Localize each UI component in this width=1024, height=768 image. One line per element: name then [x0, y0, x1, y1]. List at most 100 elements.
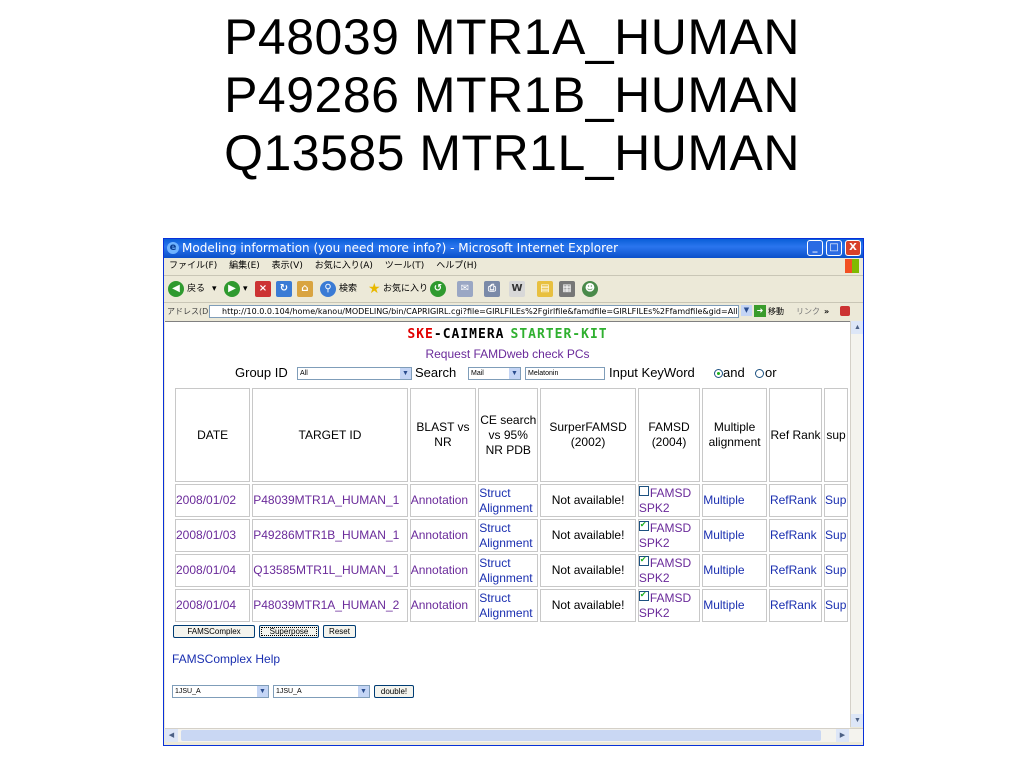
- search-icon[interactable]: ⚲: [320, 281, 336, 297]
- address-input[interactable]: http://10.0.0.104/home/kanou/MODELING/bi…: [209, 305, 739, 318]
- spk2-link[interactable]: SPK2: [639, 571, 670, 585]
- annotation-link[interactable]: Annotation: [411, 598, 468, 612]
- date-link[interactable]: 2008/01/02: [176, 493, 236, 507]
- menu-tools[interactable]: ツール(T): [385, 261, 425, 271]
- minimize-button[interactable]: _: [807, 240, 823, 256]
- multiple-link[interactable]: Multiple: [703, 528, 744, 542]
- forward-dropdown-icon[interactable]: ▾: [243, 276, 248, 302]
- row-sup[interactable]: Sup: [824, 589, 848, 622]
- spk2-link[interactable]: SPK2: [639, 536, 670, 550]
- row-multiple[interactable]: Multiple: [702, 589, 767, 622]
- row-ref-rank[interactable]: RefRank: [768, 589, 823, 622]
- row-famsd[interactable]: FAMSDSPK2: [637, 554, 701, 587]
- forward-arrow-icon[interactable]: ▶: [224, 281, 240, 297]
- menu-view[interactable]: 表示(V): [272, 261, 303, 271]
- row-ref-rank[interactable]: RefRank: [768, 554, 823, 587]
- row-ce-search[interactable]: Struct Alignment: [478, 554, 539, 587]
- annotation-link[interactable]: Annotation: [411, 493, 468, 507]
- date-link[interactable]: 2008/01/03: [176, 528, 236, 542]
- struct-link[interactable]: Struct: [479, 486, 510, 500]
- row-ce-search[interactable]: Struct Alignment: [478, 484, 539, 517]
- links-label[interactable]: リンク: [796, 303, 820, 320]
- struct-link[interactable]: Struct: [479, 591, 510, 605]
- toolbar-extra-icon[interactable]: [840, 306, 850, 316]
- horizontal-scroll-thumb[interactable]: [181, 730, 821, 741]
- go-arrow-icon[interactable]: ➜: [754, 305, 766, 317]
- scroll-left-icon[interactable]: ◀: [165, 729, 178, 742]
- menu-help[interactable]: ヘルプ(H): [436, 261, 477, 271]
- keyword-input[interactable]: Melatonin: [525, 367, 605, 380]
- menu-favorites[interactable]: お気に入り(A): [315, 261, 373, 271]
- and-radio[interactable]: [714, 369, 723, 378]
- famscomplex-button[interactable]: FAMSComplex: [173, 625, 255, 638]
- sup-link[interactable]: Sup: [825, 598, 846, 612]
- struct-link[interactable]: Struct: [479, 521, 510, 535]
- row-famsd[interactable]: FAMSDSPK2: [637, 484, 701, 517]
- address-dropdown-icon[interactable]: ▼: [741, 305, 752, 316]
- target-id-link[interactable]: Q13585MTR1L_HUMAN_1: [253, 563, 399, 577]
- history-icon[interactable]: ↺: [430, 281, 446, 297]
- refrank-link[interactable]: RefRank: [770, 528, 817, 542]
- row-multiple[interactable]: Multiple: [702, 484, 767, 517]
- scroll-up-icon[interactable]: ▲: [851, 321, 863, 334]
- refrank-link[interactable]: RefRank: [770, 598, 817, 612]
- row-ce-search[interactable]: Struct Alignment: [478, 519, 539, 552]
- multiple-link[interactable]: Multiple: [703, 563, 744, 577]
- print-icon[interactable]: ⎙: [484, 281, 500, 297]
- row-date[interactable]: 2008/01/04: [175, 589, 251, 622]
- research-icon[interactable]: ▦: [559, 281, 575, 297]
- home-icon[interactable]: ⌂: [297, 281, 313, 297]
- scroll-right-icon[interactable]: ▶: [836, 729, 849, 742]
- row-target-id[interactable]: P48039MTR1A_HUMAN_2: [252, 589, 408, 622]
- vertical-scrollbar[interactable]: ▲ ▼: [850, 321, 863, 727]
- row-blast[interactable]: Annotation: [409, 589, 477, 622]
- refrank-link[interactable]: RefRank: [770, 493, 817, 507]
- favorites-star-icon[interactable]: ★: [368, 276, 381, 302]
- row-target-id[interactable]: P48039MTR1A_HUMAN_1: [252, 484, 408, 517]
- refresh-icon[interactable]: ↻: [276, 281, 292, 297]
- famsd-link[interactable]: FAMSD: [650, 591, 691, 605]
- back-dropdown-icon[interactable]: ▾: [212, 276, 217, 302]
- double-button[interactable]: double!: [374, 685, 414, 698]
- date-link[interactable]: 2008/01/04: [176, 598, 236, 612]
- chain-select-1[interactable]: 1JSU_A ▼: [172, 685, 269, 698]
- row-target-id[interactable]: P49286MTR1B_HUMAN_1: [252, 519, 408, 552]
- chevron-right-icon[interactable]: »: [824, 303, 829, 320]
- favorites-button-label[interactable]: お気に入り: [383, 276, 428, 302]
- row-multiple[interactable]: Multiple: [702, 554, 767, 587]
- chain-select-2[interactable]: 1JSU_A ▼: [273, 685, 370, 698]
- go-button-label[interactable]: 移動: [768, 303, 784, 320]
- search-field-select[interactable]: Mail ▼: [468, 367, 521, 380]
- search-button-label[interactable]: 検索: [339, 276, 357, 302]
- edit-icon[interactable]: W: [509, 281, 525, 297]
- row-date[interactable]: 2008/01/04: [175, 554, 251, 587]
- mail-icon[interactable]: ✉: [457, 281, 473, 297]
- menu-file[interactable]: ファイル(F): [169, 261, 217, 271]
- row-target-id[interactable]: Q13585MTR1L_HUMAN_1: [252, 554, 408, 587]
- or-radio[interactable]: [755, 369, 764, 378]
- refrank-link[interactable]: RefRank: [770, 563, 817, 577]
- row-sup[interactable]: Sup: [824, 554, 848, 587]
- alignment-link[interactable]: Alignment: [479, 501, 532, 515]
- spk2-link[interactable]: SPK2: [639, 606, 670, 620]
- famsd-link[interactable]: FAMSD: [650, 556, 691, 570]
- multiple-link[interactable]: Multiple: [703, 598, 744, 612]
- date-link[interactable]: 2008/01/04: [176, 563, 236, 577]
- maximize-button[interactable]: □: [826, 240, 842, 256]
- window-titlebar[interactable]: e Modeling information (you need more in…: [164, 239, 863, 258]
- row-date[interactable]: 2008/01/02: [175, 484, 251, 517]
- row-multiple[interactable]: Multiple: [702, 519, 767, 552]
- group-id-select[interactable]: All ▼: [297, 367, 412, 380]
- famscomplex-help-link[interactable]: FAMSComplex Help: [172, 652, 280, 666]
- famsd-checkbox[interactable]: [638, 485, 649, 496]
- row-sup[interactable]: Sup: [824, 519, 848, 552]
- row-blast[interactable]: Annotation: [409, 554, 477, 587]
- annotation-link[interactable]: Annotation: [411, 563, 468, 577]
- row-ref-rank[interactable]: RefRank: [768, 519, 823, 552]
- sup-link[interactable]: Sup: [825, 563, 846, 577]
- sup-link[interactable]: Sup: [825, 493, 846, 507]
- famsd-checkbox[interactable]: [638, 519, 649, 531]
- struct-link[interactable]: Struct: [479, 556, 510, 570]
- menu-edit[interactable]: 編集(E): [229, 261, 260, 271]
- close-button[interactable]: X: [845, 240, 861, 256]
